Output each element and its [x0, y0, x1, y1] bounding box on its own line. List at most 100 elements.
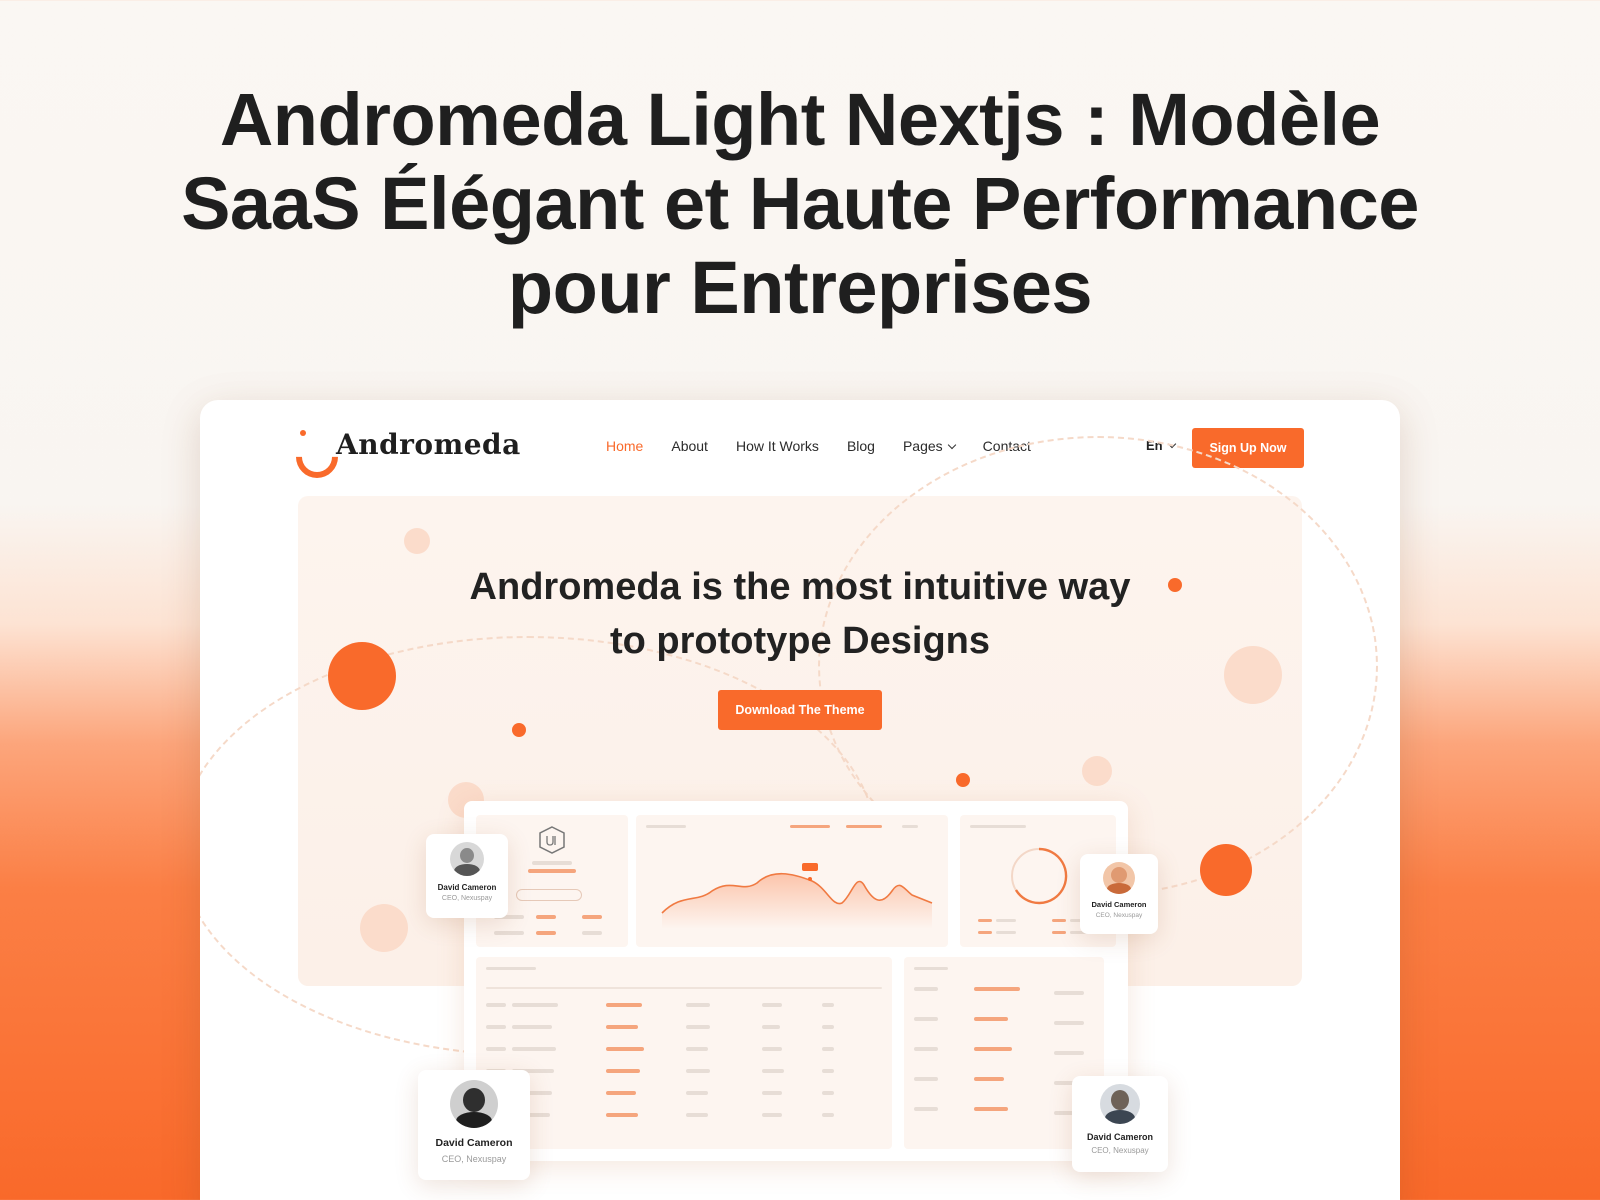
profile-placeholder-line — [532, 861, 572, 865]
visits-placeholder-title — [914, 967, 948, 970]
page-title-line-2: SaaS Élégant et Haute Performance — [181, 162, 1419, 245]
decorative-dot — [1082, 756, 1112, 786]
visits-placeholder-line — [1054, 1051, 1084, 1055]
dashboard-table-panel — [476, 957, 892, 1149]
table-row-placeholder — [762, 1003, 782, 1007]
table-row-placeholder — [606, 1091, 636, 1095]
avatar — [1100, 1084, 1140, 1124]
nav-item-pages[interactable]: Pages — [902, 438, 956, 454]
table-row-placeholder — [606, 1003, 642, 1007]
profile-placeholder-line — [494, 931, 524, 935]
table-row-placeholder — [686, 1047, 708, 1051]
testimonial-name: David Cameron — [1091, 900, 1147, 909]
logo[interactable]: Andromeda — [296, 428, 521, 461]
table-row-placeholder — [486, 1025, 506, 1029]
chart-placeholder-legend — [846, 825, 882, 828]
visits-placeholder-line — [974, 1017, 1008, 1021]
table-row-placeholder — [686, 1113, 708, 1117]
table-row-placeholder — [822, 1025, 834, 1029]
visits-placeholder-line — [914, 1107, 938, 1111]
profile-placeholder-line — [582, 931, 602, 935]
table-row-placeholder — [512, 1047, 556, 1051]
table-row-placeholder — [686, 1069, 710, 1073]
download-theme-button[interactable]: Download The Theme — [718, 690, 882, 730]
decorative-dot — [956, 773, 970, 787]
donut-legend-line — [996, 919, 1016, 922]
hero-title: Andromeda is the most intuitive way to p… — [298, 560, 1302, 668]
chart-placeholder-label — [646, 825, 686, 828]
nav-item-pages-label: Pages — [902, 438, 943, 454]
donut-legend-line — [1052, 919, 1066, 922]
visits-placeholder-line — [1054, 1111, 1074, 1115]
donut-legend-line — [996, 931, 1016, 934]
visits-placeholder-line — [974, 1107, 1008, 1111]
dashboard-chart-panel — [636, 815, 948, 947]
nav-menu: Home About How It Works Blog Pages Conta… — [606, 438, 1059, 454]
table-row-placeholder — [486, 1003, 506, 1007]
profile-placeholder-line — [582, 915, 602, 919]
dashboard-mockup — [464, 801, 1128, 1161]
visits-placeholder-line — [974, 1077, 1004, 1081]
avatar-body — [454, 864, 480, 876]
table-row-placeholder — [762, 1047, 782, 1051]
testimonial-card: David Cameron CEO, Nexuspay — [1080, 854, 1158, 934]
visits-placeholder-line — [914, 1017, 938, 1021]
website-preview-card: Andromeda Home About How It Works Blog P… — [200, 400, 1400, 1200]
nav-item-about[interactable]: About — [671, 438, 708, 454]
visits-placeholder-line — [914, 1077, 938, 1081]
table-row-placeholder — [606, 1113, 638, 1117]
table-row-placeholder — [606, 1069, 640, 1073]
table-row-placeholder — [486, 987, 882, 989]
table-row-placeholder — [606, 1025, 638, 1029]
testimonial-card: David Cameron CEO, Nexuspay — [426, 834, 508, 918]
table-row-placeholder — [822, 1091, 834, 1095]
area-chart-graphic — [661, 863, 933, 929]
visits-placeholder-line — [914, 1047, 938, 1051]
donut-chart-graphic — [1011, 847, 1068, 905]
testimonial-name: David Cameron — [1086, 1132, 1154, 1142]
table-row-placeholder — [762, 1069, 784, 1073]
page-title: Andromeda Light Nextjs : Modèle SaaS Élé… — [100, 78, 1500, 330]
avatar-head — [463, 1088, 485, 1112]
avatar — [450, 842, 484, 876]
avatar-head — [1111, 867, 1127, 883]
nav-item-how-it-works[interactable]: How It Works — [736, 438, 819, 454]
donut-legend-line — [978, 919, 992, 922]
table-row-placeholder — [762, 1113, 782, 1117]
table-row-placeholder — [686, 1025, 710, 1029]
table-row-placeholder — [822, 1069, 834, 1073]
nav-item-blog[interactable]: Blog — [847, 438, 875, 454]
shield-icon — [539, 826, 565, 854]
nav-item-home[interactable]: Home — [606, 438, 643, 454]
testimonial-name: David Cameron — [435, 1137, 513, 1149]
table-row-placeholder — [512, 1003, 558, 1007]
visits-placeholder-line — [1054, 1021, 1084, 1025]
hero-title-line-2: to prototype Designs — [609, 620, 991, 662]
visits-placeholder-line — [974, 1047, 1012, 1051]
avatar-body — [1105, 1110, 1135, 1124]
logo-icon — [296, 429, 326, 460]
table-row-placeholder — [512, 1025, 552, 1029]
table-row-placeholder — [486, 1047, 506, 1051]
testimonial-role: CEO, Nexuspay — [1095, 912, 1143, 919]
table-row-placeholder — [686, 1003, 710, 1007]
table-row-placeholder — [686, 1091, 708, 1095]
avatar — [450, 1080, 498, 1128]
profile-placeholder-line — [536, 931, 556, 935]
testimonial-role: CEO, Nexuspay — [1091, 1146, 1149, 1155]
table-row-placeholder — [762, 1091, 782, 1095]
visits-placeholder-line — [914, 987, 938, 991]
testimonial-card: David Cameron CEO, Nexuspay — [418, 1070, 530, 1180]
avatar-head — [460, 848, 474, 863]
page-title-line-3: pour Entreprises — [507, 246, 1093, 329]
table-row-placeholder — [822, 1113, 834, 1117]
decorative-dot — [512, 723, 526, 737]
testimonial-role: CEO, Nexuspay — [441, 895, 493, 902]
decorative-dot — [404, 528, 430, 554]
table-placeholder-title — [486, 967, 536, 970]
avatar-body — [456, 1112, 492, 1128]
avatar-body — [1107, 883, 1131, 894]
donut-placeholder-label — [970, 825, 1026, 828]
decorative-dot — [360, 904, 408, 952]
chart-placeholder-label — [902, 825, 918, 828]
